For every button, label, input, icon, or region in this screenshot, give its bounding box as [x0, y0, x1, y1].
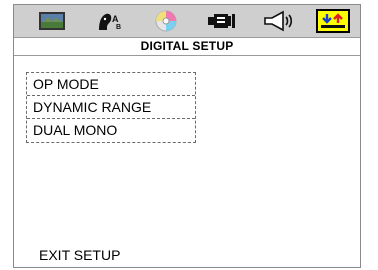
tv-screen-icon	[39, 12, 65, 30]
disc-icon	[155, 10, 177, 32]
speaker-icon	[264, 10, 293, 32]
menu-item-dual-mono[interactable]: DUAL MONO	[27, 119, 195, 142]
video-connector-icon	[208, 14, 235, 28]
tab-video[interactable]	[205, 9, 239, 33]
digital-setup-icon	[321, 13, 345, 28]
svg-text:B: B	[116, 24, 121, 31]
menu-item-op-mode[interactable]: OP MODE	[27, 73, 195, 96]
digital-setup-menu: OP MODE DYNAMIC RANGE DUAL MONO	[26, 72, 196, 143]
page-title: DIGITAL SETUP	[14, 38, 360, 56]
tab-digital-setup[interactable]	[316, 9, 350, 33]
tab-speaker[interactable]	[261, 9, 295, 33]
language-icon: A B	[99, 13, 121, 31]
tab-tv-screen[interactable]	[35, 9, 69, 33]
tab-disc[interactable]	[149, 9, 183, 33]
setup-window: A B DIGITAL SETUP OP MODE DYNAMIC RANGE …	[13, 4, 361, 268]
exit-setup-button[interactable]: EXIT SETUP	[39, 247, 120, 263]
menu-item-dynamic-range[interactable]: DYNAMIC RANGE	[27, 96, 195, 119]
tab-language[interactable]: A B	[92, 9, 126, 33]
svg-text:A: A	[112, 14, 119, 24]
setup-toolbar: A B	[14, 5, 360, 38]
